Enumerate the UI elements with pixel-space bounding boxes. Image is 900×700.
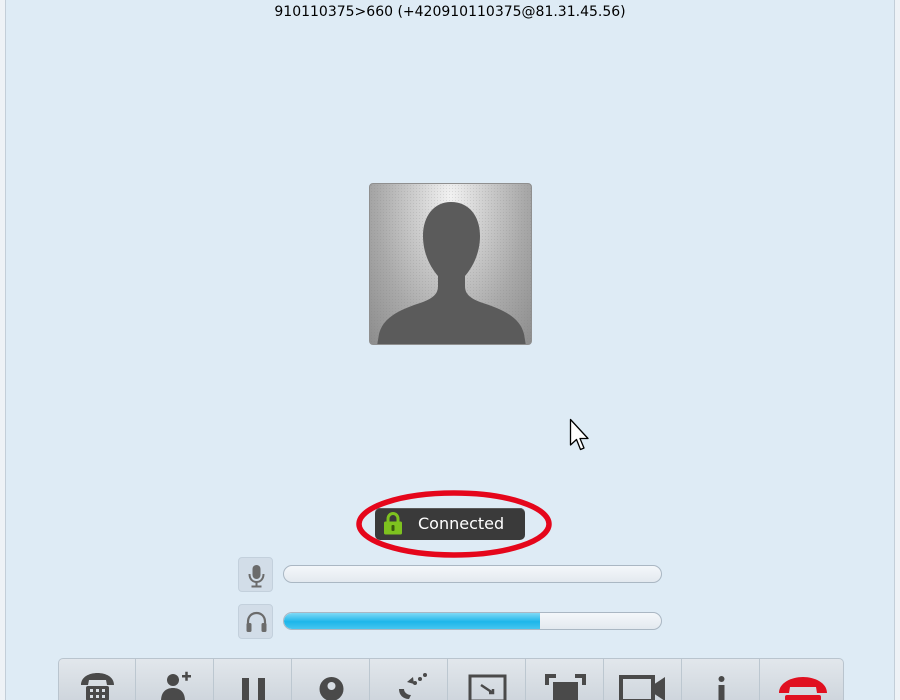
hold-button[interactable] — [215, 659, 292, 700]
add-participant-button[interactable] — [137, 659, 214, 700]
dialpad-button[interactable] — [59, 659, 136, 700]
hang-up-button[interactable] — [761, 659, 845, 700]
transfer-button[interactable] — [371, 659, 448, 700]
window-frame-left — [0, 0, 6, 700]
call-toolbar — [58, 658, 844, 700]
headphones-icon — [246, 611, 267, 632]
info-icon — [718, 676, 725, 700]
person-silhouette-icon — [370, 184, 531, 344]
speaker-mute-button[interactable] — [238, 604, 273, 639]
call-info-button[interactable] — [683, 659, 760, 700]
video-icon — [619, 675, 665, 700]
lock-icon — [384, 512, 402, 535]
call-window: 910110375>660 (+420910110375@81.31.45.56… — [0, 0, 900, 700]
record-icon — [319, 677, 344, 700]
fullscreen-icon — [545, 674, 586, 700]
hang-up-icon — [779, 677, 827, 700]
mouse-cursor-icon — [569, 418, 589, 451]
screen-share-button[interactable] — [449, 659, 526, 700]
phone-icon — [81, 673, 114, 700]
microphone-level-meter — [283, 565, 662, 583]
microphone-icon — [248, 565, 265, 588]
video-button[interactable] — [605, 659, 682, 700]
transfer-icon — [399, 673, 427, 699]
record-button[interactable] — [293, 659, 370, 700]
screen-share-icon — [468, 674, 507, 700]
call-status-text: Connected — [418, 514, 505, 533]
speaker-level-fill — [284, 613, 541, 629]
add-contact-icon — [161, 671, 191, 700]
contact-avatar — [369, 183, 532, 345]
microphone-mute-button[interactable] — [238, 557, 273, 592]
hold-icon — [242, 678, 265, 700]
speaker-level-meter — [283, 612, 662, 630]
window-frame-right — [894, 0, 900, 700]
fullscreen-button[interactable] — [527, 659, 604, 700]
remote-party-id: 910110375>660 (+420910110375@81.31.45.56… — [274, 4, 626, 20]
